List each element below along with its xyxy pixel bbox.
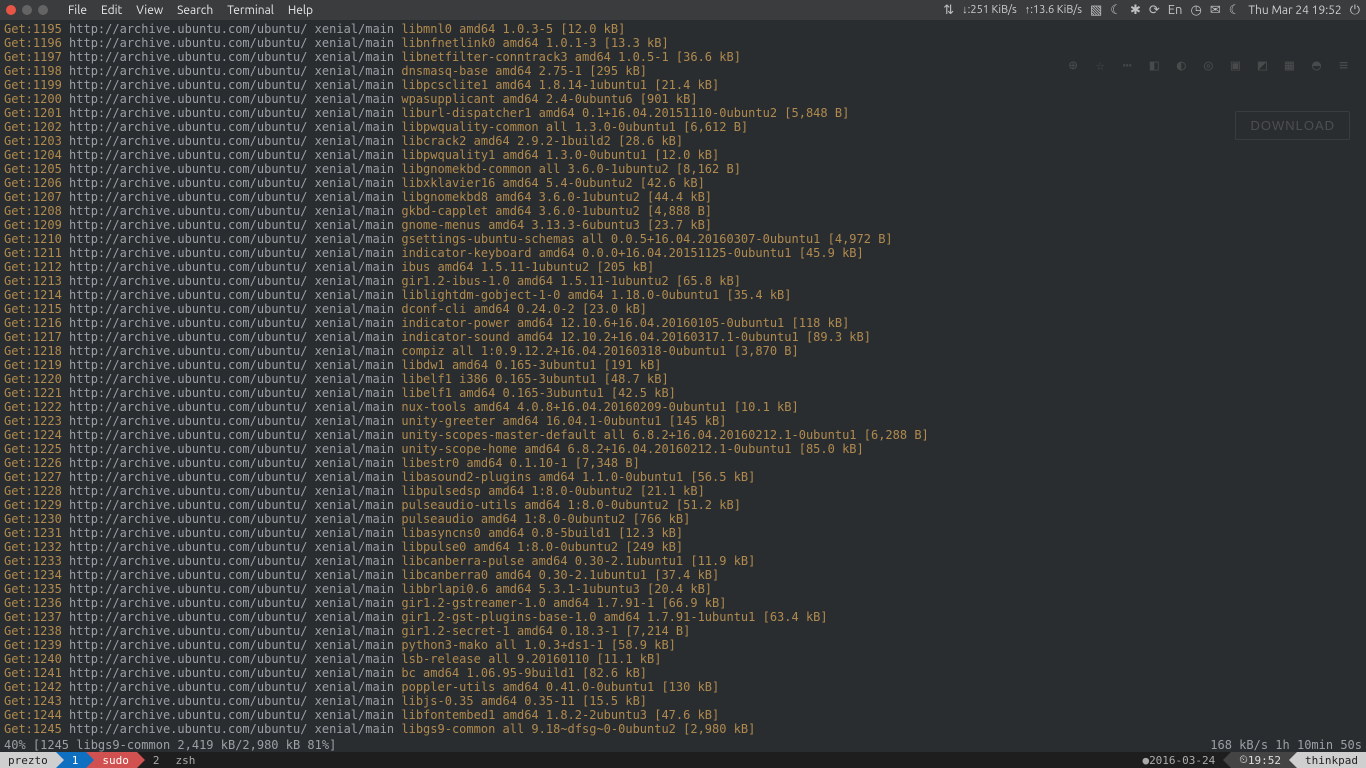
- net-down: ↓:251 KiB/s: [962, 4, 1017, 16]
- moon-icon[interactable]: ☾: [1229, 3, 1241, 18]
- apt-get-line: Get:1211 http://archive.ubuntu.com/ubunt…: [4, 246, 1362, 260]
- apt-get-line: Get:1241 http://archive.ubuntu.com/ubunt…: [4, 666, 1362, 680]
- apt-get-line: Get:1209 http://archive.ubuntu.com/ubunt…: [4, 218, 1362, 232]
- apt-get-line: Get:1233 http://archive.ubuntu.com/ubunt…: [4, 554, 1362, 568]
- seg-time: ⏲ 19:52: [1231, 752, 1289, 768]
- mail-icon[interactable]: ✉: [1210, 3, 1221, 18]
- apt-get-line: Get:1196 http://archive.ubuntu.com/ubunt…: [4, 36, 1362, 50]
- apt-get-line: Get:1205 http://archive.ubuntu.com/ubunt…: [4, 162, 1362, 176]
- apt-progress-line: 40% [1245 libgs9-common 2,419 kB/2,980 k…: [4, 738, 1362, 752]
- power-icon[interactable]: ⏻: [1350, 3, 1360, 18]
- arrow-left-icon: [1223, 752, 1231, 768]
- seg-host: thinkpad: [1297, 752, 1366, 768]
- menu-edit[interactable]: Edit: [101, 4, 122, 17]
- apt-get-line: Get:1245 http://archive.ubuntu.com/ubunt…: [4, 722, 1362, 736]
- apt-get-line: Get:1215 http://archive.ubuntu.com/ubunt…: [4, 302, 1362, 316]
- seg-window-2[interactable]: 2: [145, 752, 168, 768]
- apt-get-line: Get:1220 http://archive.ubuntu.com/ubunt…: [4, 372, 1362, 386]
- menu-search[interactable]: Search: [177, 4, 213, 17]
- apt-get-line: Get:1222 http://archive.ubuntu.com/ubunt…: [4, 400, 1362, 414]
- seg-prezto: prezto: [0, 752, 56, 768]
- apt-get-line: Get:1216 http://archive.ubuntu.com/ubunt…: [4, 316, 1362, 330]
- apt-get-line: Get:1231 http://archive.ubuntu.com/ubunt…: [4, 526, 1362, 540]
- statusbar: prezto 1 sudo 2 zsh ● 2016-03-24 ⏲ 19:52…: [0, 752, 1366, 768]
- arrow-icon: [86, 752, 94, 768]
- tray-icon-3[interactable]: ✱: [1130, 3, 1141, 18]
- net-up: ↑:13.6 KiB/s: [1025, 4, 1082, 16]
- arrow-icon: [56, 752, 64, 768]
- arrow-icon: [137, 752, 145, 768]
- apt-get-line: Get:1232 http://archive.ubuntu.com/ubunt…: [4, 540, 1362, 554]
- apt-get-line: Get:1197 http://archive.ubuntu.com/ubunt…: [4, 50, 1362, 64]
- seg-window-1[interactable]: 1: [64, 752, 87, 768]
- apt-get-line: Get:1238 http://archive.ubuntu.com/ubunt…: [4, 624, 1362, 638]
- apt-get-line: Get:1210 http://archive.ubuntu.com/ubunt…: [4, 232, 1362, 246]
- apt-get-line: Get:1226 http://archive.ubuntu.com/ubunt…: [4, 456, 1362, 470]
- apt-get-line: Get:1223 http://archive.ubuntu.com/ubunt…: [4, 414, 1362, 428]
- tray-icon-2[interactable]: ☾: [1110, 3, 1122, 18]
- arrow-left-icon: [1289, 752, 1297, 768]
- apt-get-line: Get:1206 http://archive.ubuntu.com/ubunt…: [4, 176, 1362, 190]
- tray-icon-1[interactable]: ▧: [1090, 3, 1102, 18]
- apt-get-line: Get:1225 http://archive.ubuntu.com/ubunt…: [4, 442, 1362, 456]
- apt-get-line: Get:1228 http://archive.ubuntu.com/ubunt…: [4, 484, 1362, 498]
- clock-icon[interactable]: ◷: [1190, 3, 1201, 18]
- apt-get-line: Get:1195 http://archive.ubuntu.com/ubunt…: [4, 22, 1362, 36]
- menubar: File Edit View Search Terminal Help ⇅ ↓:…: [0, 0, 1366, 20]
- apt-get-line: Get:1218 http://archive.ubuntu.com/ubunt…: [4, 344, 1362, 358]
- apt-get-line: Get:1207 http://archive.ubuntu.com/ubunt…: [4, 190, 1362, 204]
- apt-get-line: Get:1221 http://archive.ubuntu.com/ubunt…: [4, 386, 1362, 400]
- apt-get-line: Get:1214 http://archive.ubuntu.com/ubunt…: [4, 288, 1362, 302]
- window-close-icon[interactable]: [6, 5, 16, 15]
- apt-get-line: Get:1217 http://archive.ubuntu.com/ubunt…: [4, 330, 1362, 344]
- apt-get-line: Get:1199 http://archive.ubuntu.com/ubunt…: [4, 78, 1362, 92]
- apt-get-line: Get:1234 http://archive.ubuntu.com/ubunt…: [4, 568, 1362, 582]
- menu-items: File Edit View Search Terminal Help: [68, 4, 313, 17]
- apt-get-line: Get:1237 http://archive.ubuntu.com/ubunt…: [4, 610, 1362, 624]
- system-tray: ⇅ ↓:251 KiB/s ↑:13.6 KiB/s ▧ ☾ ✱ ⟳ En ◷ …: [943, 3, 1360, 18]
- seg-zsh[interactable]: zsh: [168, 752, 204, 768]
- seg-date: ● 2016-03-24: [1134, 752, 1223, 768]
- menu-terminal[interactable]: Terminal: [227, 4, 274, 17]
- progress-right: 168 kB/s 1h 10min 50s: [1210, 738, 1362, 752]
- net-updown-icon: ⇅: [943, 3, 954, 18]
- apt-get-line: Get:1203 http://archive.ubuntu.com/ubunt…: [4, 134, 1362, 148]
- apt-get-line: Get:1230 http://archive.ubuntu.com/ubunt…: [4, 512, 1362, 526]
- apt-get-line: Get:1227 http://archive.ubuntu.com/ubunt…: [4, 470, 1362, 484]
- apt-get-line: Get:1219 http://archive.ubuntu.com/ubunt…: [4, 358, 1362, 372]
- apt-get-line: Get:1240 http://archive.ubuntu.com/ubunt…: [4, 652, 1362, 666]
- apt-get-line: Get:1236 http://archive.ubuntu.com/ubunt…: [4, 596, 1362, 610]
- apt-get-line: Get:1201 http://archive.ubuntu.com/ubunt…: [4, 106, 1362, 120]
- apt-get-line: Get:1202 http://archive.ubuntu.com/ubunt…: [4, 120, 1362, 134]
- apt-get-line: Get:1212 http://archive.ubuntu.com/ubunt…: [4, 260, 1362, 274]
- keyboard-layout[interactable]: En: [1168, 3, 1183, 17]
- apt-get-line: Get:1204 http://archive.ubuntu.com/ubunt…: [4, 148, 1362, 162]
- window-maximize-icon[interactable]: [38, 5, 48, 15]
- progress-left: 40% [1245 libgs9-common 2,419 kB/2,980 k…: [4, 738, 336, 752]
- apt-get-line: Get:1235 http://archive.ubuntu.com/ubunt…: [4, 582, 1362, 596]
- apt-get-line: Get:1213 http://archive.ubuntu.com/ubunt…: [4, 274, 1362, 288]
- apt-get-line: Get:1229 http://archive.ubuntu.com/ubunt…: [4, 498, 1362, 512]
- apt-get-line: Get:1208 http://archive.ubuntu.com/ubunt…: [4, 204, 1362, 218]
- tray-icon-4[interactable]: ⟳: [1149, 3, 1160, 18]
- apt-get-line: Get:1198 http://archive.ubuntu.com/ubunt…: [4, 64, 1362, 78]
- apt-get-line: Get:1200 http://archive.ubuntu.com/ubunt…: [4, 92, 1362, 106]
- apt-get-line: Get:1224 http://archive.ubuntu.com/ubunt…: [4, 428, 1362, 442]
- apt-get-line: Get:1242 http://archive.ubuntu.com/ubunt…: [4, 680, 1362, 694]
- window-minimize-icon[interactable]: [22, 5, 32, 15]
- seg-sudo[interactable]: sudo: [94, 752, 137, 768]
- menu-file[interactable]: File: [68, 4, 87, 17]
- menu-help[interactable]: Help: [288, 4, 313, 17]
- apt-get-line: Get:1243 http://archive.ubuntu.com/ubunt…: [4, 694, 1362, 708]
- menu-view[interactable]: View: [136, 4, 163, 17]
- terminal-output[interactable]: Get:1195 http://archive.ubuntu.com/ubunt…: [0, 20, 1366, 768]
- clock-text[interactable]: Thu Mar 24 19:52: [1248, 4, 1341, 17]
- apt-get-line: Get:1239 http://archive.ubuntu.com/ubunt…: [4, 638, 1362, 652]
- apt-get-line: Get:1244 http://archive.ubuntu.com/ubunt…: [4, 708, 1362, 722]
